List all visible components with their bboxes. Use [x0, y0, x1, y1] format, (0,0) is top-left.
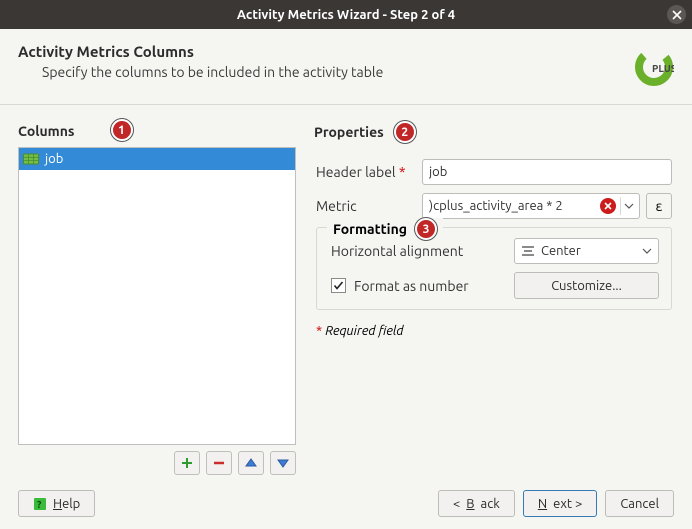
back-button[interactable]: < Back [438, 490, 515, 517]
customize-button[interactable]: Customize... [514, 272, 659, 299]
window-close-button[interactable] [667, 5, 686, 24]
chevron-down-icon [624, 203, 634, 209]
properties-section-title: Properties 2 [314, 121, 674, 143]
remove-column-button[interactable] [206, 451, 232, 475]
column-list-item[interactable]: job [19, 148, 295, 170]
expression-builder-button[interactable]: ε [646, 193, 672, 219]
metric-label: Metric [316, 198, 416, 214]
triangle-down-icon [276, 456, 290, 470]
next-button[interactable]: Next > [523, 490, 597, 517]
minus-icon [212, 456, 226, 470]
add-column-button[interactable] [174, 451, 200, 475]
annotation-badge-1: 1 [111, 119, 133, 141]
close-icon [672, 10, 682, 20]
metric-clear-button[interactable] [600, 198, 616, 214]
window-title: Activity Metrics Wizard - Step 2 of 4 [237, 8, 455, 22]
format-number-label: Format as number [354, 278, 469, 294]
plus-icon [180, 456, 194, 470]
table-cell-icon [23, 151, 39, 167]
epsilon-icon: ε [656, 198, 663, 214]
move-up-button[interactable] [238, 451, 264, 475]
align-center-icon [521, 245, 535, 257]
format-number-checkbox[interactable] [331, 278, 346, 293]
page-title: Activity Metrics Columns [18, 43, 674, 60]
header-label-label: Header label * [316, 164, 416, 180]
annotation-badge-2: 2 [394, 121, 416, 143]
x-icon [604, 202, 612, 210]
chevron-down-icon [642, 248, 652, 254]
metric-dropdown-button[interactable] [620, 197, 636, 215]
column-item-label: job [45, 152, 63, 166]
svg-text:?: ? [37, 499, 42, 510]
triangle-up-icon [244, 456, 258, 470]
check-icon [333, 280, 344, 291]
columns-section-title: Columns 1 [18, 121, 296, 141]
columns-listbox[interactable]: job [18, 147, 296, 445]
title-bar: Activity Metrics Wizard - Step 2 of 4 [0, 0, 692, 29]
svg-text:PLUS: PLUS [652, 63, 674, 74]
help-button[interactable]: ? Help [18, 490, 95, 517]
halign-select[interactable]: Center [514, 238, 659, 264]
required-note: * Required field [316, 324, 672, 338]
formatting-group: Formatting 3 Horizontal alignment Center [316, 227, 672, 310]
page-subtitle: Specify the columns to be included in th… [42, 64, 674, 80]
move-down-button[interactable] [270, 451, 296, 475]
halign-label: Horizontal alignment [331, 243, 506, 259]
formatting-label: Formatting [333, 221, 407, 237]
wizard-header: Activity Metrics Columns Specify the col… [0, 29, 692, 105]
cancel-button[interactable]: Cancel [605, 490, 674, 517]
help-icon: ? [33, 497, 47, 511]
annotation-badge-3: 3 [415, 218, 437, 240]
cplus-logo: PLUS [634, 47, 674, 91]
header-label-input[interactable] [422, 159, 672, 185]
